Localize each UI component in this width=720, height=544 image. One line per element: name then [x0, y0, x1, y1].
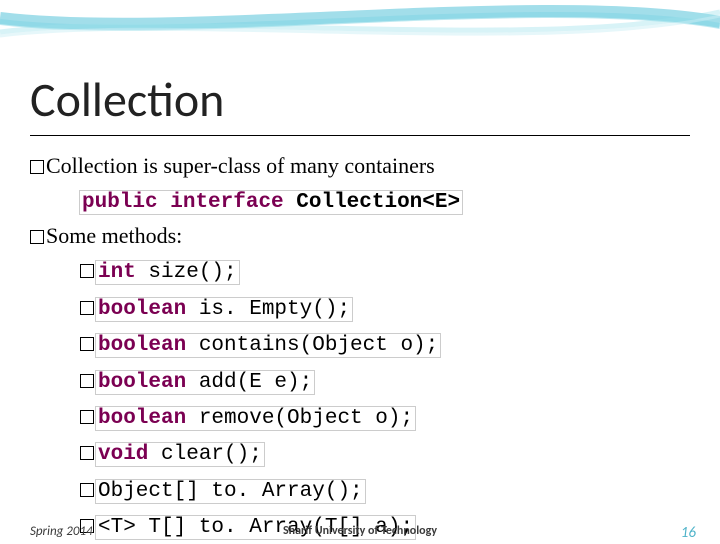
square-bullet-icon	[30, 160, 44, 174]
method-text: add(E e);	[186, 371, 312, 394]
footer-term: Spring 2014	[30, 524, 93, 539]
square-bullet-icon	[80, 264, 94, 278]
method-contains: boolean contains(Object o);	[30, 327, 690, 361]
square-bullet-icon	[80, 337, 94, 351]
square-bullet-icon	[80, 446, 94, 460]
square-bullet-icon	[80, 374, 94, 388]
method-text: size();	[136, 261, 237, 284]
body: Collection is super-class of many contai…	[30, 150, 690, 544]
line-methods-header: Some methods:	[30, 220, 690, 252]
kw-public: public	[82, 191, 158, 214]
square-bullet-icon	[30, 230, 44, 244]
method-text: Object[] to. Array();	[96, 480, 365, 503]
method-add: boolean add(E e);	[30, 364, 690, 398]
slide-title: Collection	[30, 70, 690, 129]
kw-interface: interface	[170, 191, 283, 214]
intro-text: Collection is super-class of many contai…	[46, 153, 435, 178]
line-intro: Collection is super-class of many contai…	[30, 150, 690, 182]
method-size: int size();	[30, 254, 690, 288]
kw-int: int	[98, 261, 136, 284]
title-underline	[30, 135, 690, 136]
square-bullet-icon	[80, 301, 94, 315]
kw-boolean: boolean	[98, 407, 186, 430]
method-text: remove(Object o);	[186, 407, 413, 430]
method-text: is. Empty();	[186, 298, 350, 321]
kw-boolean: boolean	[98, 298, 186, 321]
method-clear: void clear();	[30, 436, 690, 470]
method-text: clear();	[148, 443, 261, 466]
footer-university: Sharif University of Technology	[283, 524, 437, 538]
method-toarray: Object[] to. Array();	[30, 473, 690, 507]
footer-page-number: 16	[681, 524, 696, 542]
kw-boolean: boolean	[98, 371, 186, 394]
square-bullet-icon	[80, 410, 94, 424]
method-remove: boolean remove(Object o);	[30, 400, 690, 434]
method-isempty: boolean is. Empty();	[30, 291, 690, 325]
method-text: contains(Object o);	[186, 334, 438, 357]
line-signature: public interface Collection<E>	[30, 184, 690, 218]
square-bullet-icon	[80, 483, 94, 497]
kw-void: void	[98, 443, 148, 466]
class-name: Collection<E>	[296, 191, 460, 214]
slide-content: Collection Collection is super-class of …	[0, 0, 720, 544]
methods-label: Some methods:	[46, 223, 182, 248]
kw-boolean: boolean	[98, 334, 186, 357]
